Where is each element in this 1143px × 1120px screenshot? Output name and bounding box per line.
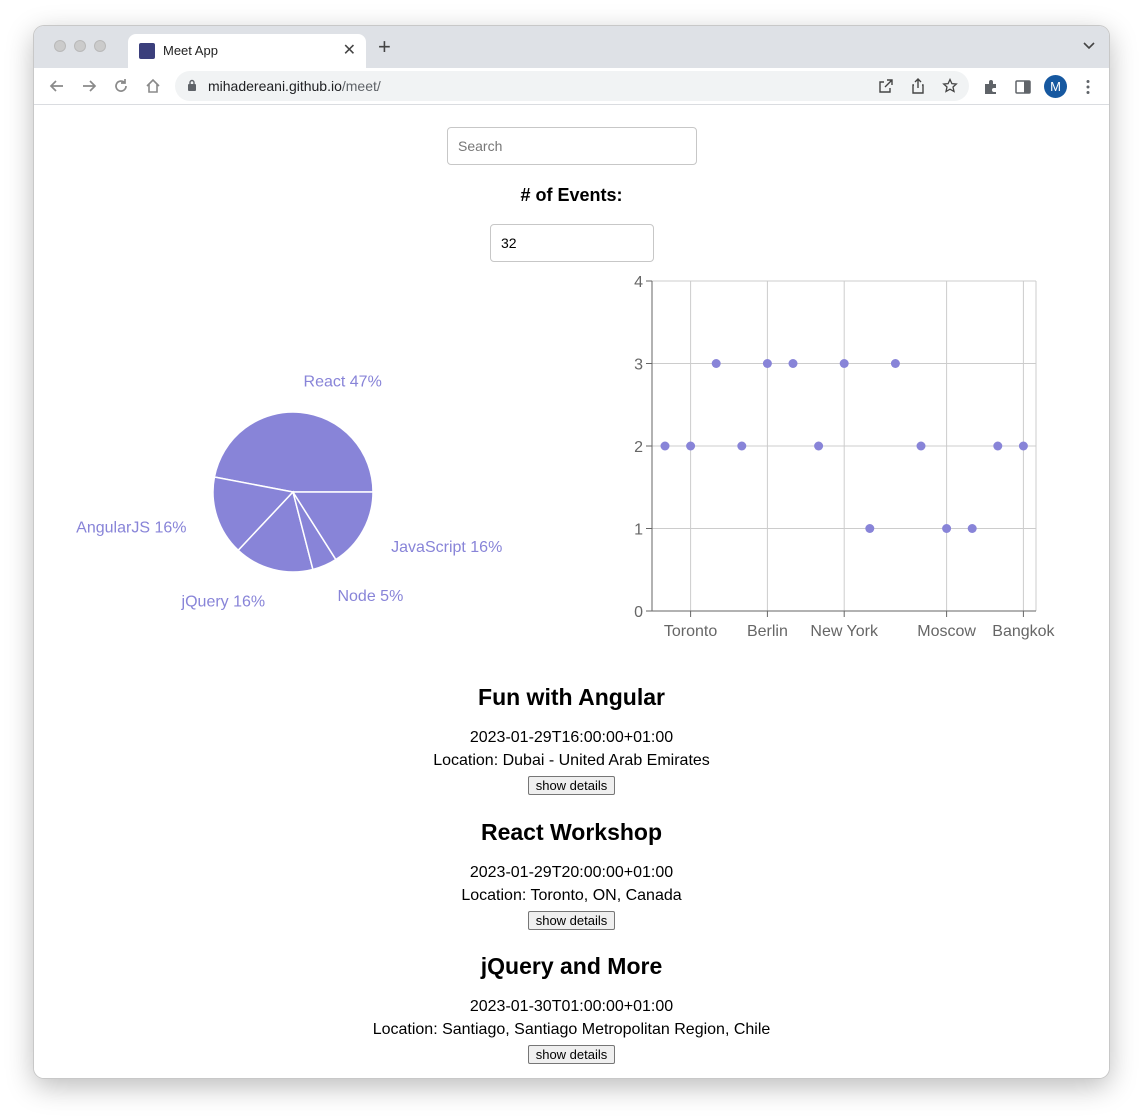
show-details-button[interactable]: show details	[527, 776, 616, 795]
event-location: Location: Toronto, ON, Canada	[461, 887, 682, 904]
back-icon[interactable]	[48, 77, 66, 95]
favicon-icon	[139, 43, 155, 59]
menu-icon[interactable]	[1079, 78, 1097, 96]
scatter-point	[762, 359, 772, 368]
tab-title: Meet App	[163, 43, 218, 58]
scatter-point	[993, 441, 1003, 451]
scatter-point	[737, 441, 747, 451]
scatter-point	[1018, 441, 1028, 451]
event-summary: Fun with Angular	[478, 684, 665, 710]
minimize-window-button[interactable]	[74, 40, 86, 52]
y-tick-label: 2	[634, 439, 643, 456]
event-start: 2023-01-29T16:00:00+01:00	[469, 729, 674, 746]
show-details-button[interactable]: show details	[527, 1045, 616, 1064]
scatter-point	[916, 441, 926, 451]
x-tick-label: Toronto	[664, 623, 717, 640]
url-text: mihadereani.github.io/meet/	[208, 78, 381, 94]
tab-strip: Meet App ✕ +	[34, 26, 1109, 68]
avatar[interactable]: M	[1044, 75, 1067, 98]
scatter-point	[686, 441, 696, 451]
y-tick-label: 4	[634, 274, 643, 291]
forward-icon[interactable]	[80, 77, 98, 95]
events-scatter-chart: 0 1 2 3 4 Toronto Berlin New York Moscow Bangkok	[634, 274, 1055, 640]
scatter-point	[788, 359, 798, 368]
event-summary: React Workshop	[480, 819, 663, 845]
scatter-point	[711, 359, 721, 368]
event-item: React Workshop 2023-01-29T20:00:00+01:00…	[34, 819, 1109, 930]
chevron-down-icon[interactable]	[1083, 40, 1095, 52]
x-tick-label: Moscow	[917, 623, 976, 640]
tab-meet-app[interactable]: Meet App ✕	[128, 34, 366, 68]
open-in-app-icon[interactable]	[878, 78, 894, 94]
address-bar[interactable]: mihadereani.github.io/meet/	[175, 71, 969, 101]
url-path: /meet/	[341, 78, 381, 94]
event-location: Location: Santiago, Santiago Metropolita…	[372, 1021, 771, 1038]
side-panel-icon[interactable]	[1014, 78, 1032, 96]
event-item: Fun with Angular 2023-01-29T16:00:00+01:…	[34, 684, 1109, 795]
y-tick-label: 3	[634, 357, 643, 374]
bookmark-star-icon[interactable]	[942, 78, 958, 94]
event-item: jQuery and More 2023-01-30T01:00:00+01:0…	[34, 953, 1109, 1064]
browser-window: Meet App ✕ + mihadereani.github.io/meet/…	[34, 26, 1109, 1078]
browser-toolbar: mihadereani.github.io/meet/ M	[34, 68, 1109, 105]
show-details-button[interactable]: show details	[527, 911, 616, 930]
scatter-point	[942, 524, 952, 533]
extensions-icon[interactable]	[982, 78, 1000, 96]
maximize-window-button[interactable]	[94, 40, 106, 52]
lock-icon	[188, 79, 196, 91]
event-start: 2023-01-29T20:00:00+01:00	[469, 864, 674, 881]
scatter-point	[839, 359, 849, 368]
close-tab-icon[interactable]: ✕	[343, 40, 356, 60]
close-window-button[interactable]	[54, 40, 66, 52]
x-tick-label: Bangkok	[992, 623, 1055, 640]
scatter-point	[865, 524, 875, 533]
y-tick-label: 1	[634, 522, 643, 539]
reload-icon[interactable]	[112, 77, 130, 95]
share-icon[interactable]	[910, 78, 926, 94]
event-start: 2023-01-30T01:00:00+01:00	[469, 998, 674, 1015]
page-content: # of Events: React 47%AngularJS 16%jQuer…	[34, 106, 1109, 1078]
scatter-point	[814, 441, 824, 451]
x-tick-label: New York	[810, 623, 879, 640]
url-host: mihadereani.github.io	[208, 78, 342, 94]
home-icon[interactable]	[144, 77, 162, 95]
event-location: Location: Dubai - United Arab Emirates	[433, 752, 710, 769]
y-tick-label: 0	[634, 604, 643, 621]
scatter-point	[967, 524, 977, 533]
event-summary: jQuery and More	[480, 953, 663, 979]
x-tick-label: Berlin	[747, 623, 788, 640]
new-tab-icon[interactable]: +	[378, 36, 391, 58]
scatter-point	[660, 441, 670, 451]
scatter-point	[890, 359, 900, 368]
